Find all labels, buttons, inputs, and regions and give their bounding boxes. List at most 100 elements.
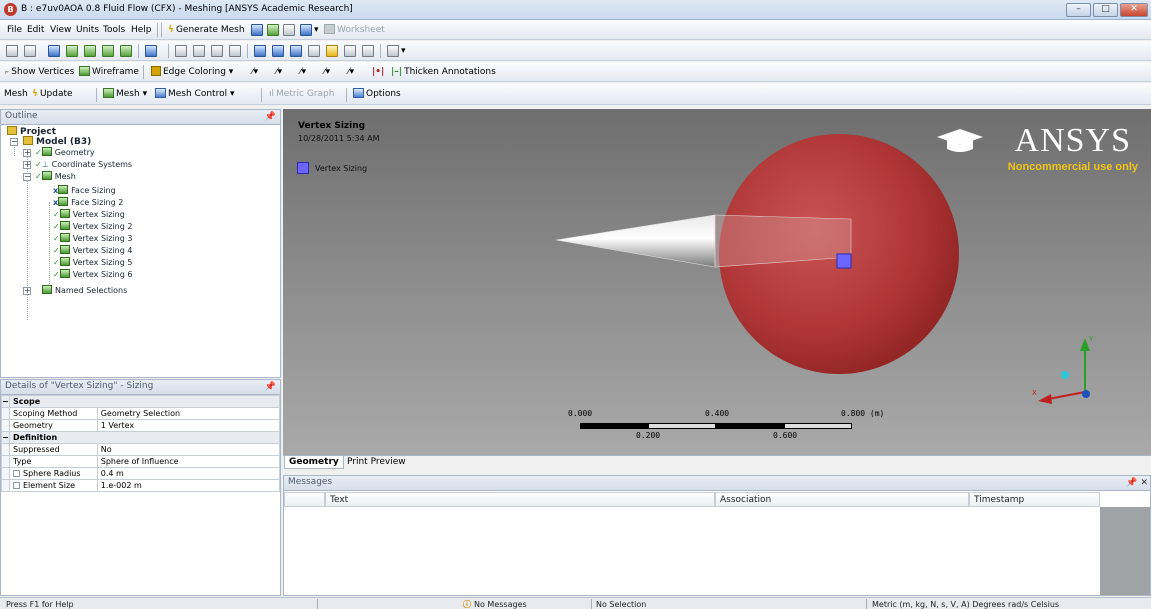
set-view-icon[interactable]	[344, 45, 356, 57]
tab-geometry[interactable]: Geometry	[284, 456, 344, 469]
options-button[interactable]: Options	[353, 87, 401, 101]
column-text[interactable]: Text	[325, 492, 715, 507]
edge-display-4-icon[interactable]: ⁄▾	[324, 65, 330, 79]
pin-close-icons[interactable]: 📌 ✕	[1126, 477, 1148, 490]
details-row[interactable]: Sphere Radius 0.4 m	[1, 467, 281, 480]
tree-item-mesh[interactable]: ✓ Mesh	[35, 171, 76, 182]
parameter-checkbox[interactable]	[12, 470, 20, 477]
details-row[interactable]: Suppressed No	[1, 443, 281, 456]
tree-item-vertex-sizing-5[interactable]: ✓ Vertex Sizing 5	[53, 257, 132, 268]
mesh-dropdown-button[interactable]: Mesh ▾	[103, 87, 147, 101]
details-row[interactable]: Type Sphere of Influence	[1, 455, 281, 468]
thicken-annotations-button[interactable]: |–| Thicken Annotations	[391, 65, 496, 79]
expand-toggle[interactable]: +	[23, 149, 31, 157]
tree-item-vertex-sizing-6[interactable]: ✓ Vertex Sizing 6	[53, 269, 132, 280]
tree-item-vertex-sizing-4[interactable]: ✓ Vertex Sizing 4	[53, 245, 132, 256]
section-scope[interactable]: − Scope	[1, 395, 281, 408]
metric-graph-button[interactable]: ıl Metric Graph	[269, 87, 334, 101]
property-value[interactable]: 1 Vertex	[96, 419, 281, 432]
magnifier-icon[interactable]	[272, 45, 284, 57]
previous-view-icon[interactable]	[290, 45, 302, 57]
pan-icon[interactable]	[193, 45, 205, 57]
minimize-button[interactable]: –	[1066, 3, 1091, 17]
extend-selection-icon[interactable]	[145, 45, 157, 57]
preview-icon[interactable]	[251, 24, 263, 36]
menu-view[interactable]: View	[50, 23, 71, 37]
select-mode-icon[interactable]	[24, 45, 36, 57]
tree-item-named-selections[interactable]: Named Selections	[35, 285, 127, 296]
body-filter-icon[interactable]	[120, 45, 132, 57]
status-messages[interactable]: ⓘ No Messages	[463, 599, 527, 609]
details-row[interactable]: Element Size 1.e-002 m	[1, 479, 281, 492]
menu-tools[interactable]: Tools	[103, 23, 125, 37]
property-value[interactable]: 1.e-002 m	[96, 479, 281, 492]
menu-help[interactable]: Help	[131, 23, 152, 37]
menu-edit[interactable]: Edit	[27, 23, 44, 37]
tree-item-vertex-sizing[interactable]: ✓ Vertex Sizing	[53, 209, 125, 220]
close-button[interactable]: ✕	[1120, 3, 1148, 17]
thin-annotations-icon[interactable]: |•|	[372, 65, 384, 79]
vertex-marker[interactable]	[836, 253, 852, 269]
details-row[interactable]: Scoping Method Geometry Selection	[1, 407, 281, 420]
show-vertices-button[interactable]: ⟔ Show Vertices	[5, 65, 74, 79]
isometric-view-icon[interactable]	[326, 45, 338, 57]
tree-item-face-sizing-2[interactable]: x Face Sizing 2	[53, 197, 123, 208]
property-value[interactable]: No	[96, 443, 281, 456]
collapse-toggle[interactable]: −	[23, 173, 31, 181]
edge-display-5-icon[interactable]: ⁄▾	[348, 65, 354, 79]
status-units[interactable]: Metric (m, kg, N, s, V, A) Degrees rad/s…	[872, 599, 1059, 609]
select-point-icon[interactable]	[6, 45, 18, 57]
menu-units[interactable]: Units	[76, 23, 99, 37]
edge-display-2-icon[interactable]: ⁄▾	[276, 65, 282, 79]
tree-item-vertex-sizing-2[interactable]: ✓ Vertex Sizing 2	[53, 221, 132, 232]
rotate-icon[interactable]	[175, 45, 187, 57]
collapse-toggle[interactable]: −	[10, 138, 18, 146]
mesh-control-button[interactable]: Mesh Control ▾	[155, 87, 234, 101]
update-button[interactable]: ϟ Update	[32, 87, 73, 101]
worksheet-button[interactable]: Worksheet	[324, 23, 385, 37]
property-value[interactable]: 0.4 m	[96, 467, 281, 480]
edge-display-1-icon[interactable]: ⁄▾	[252, 65, 258, 79]
face-filter-icon[interactable]	[102, 45, 114, 57]
show-mesh-icon[interactable]	[267, 24, 279, 36]
property-value[interactable]: Geometry Selection	[96, 407, 281, 420]
generate-mesh-button[interactable]: ϟ Generate Mesh	[168, 23, 245, 37]
viewport-dropdown-arrow[interactable]: ▾	[401, 44, 406, 58]
expand-toggle[interactable]: +	[23, 161, 31, 169]
expand-toggle[interactable]: +	[23, 287, 31, 295]
details-row[interactable]: Geometry 1 Vertex	[1, 419, 281, 432]
box-zoom-icon[interactable]	[229, 45, 241, 57]
edge-coloring-button[interactable]: Edge Coloring ▾	[151, 65, 233, 79]
tree-item-model[interactable]: Model (B3)	[23, 136, 91, 147]
tab-print-preview[interactable]: Print Preview	[343, 456, 410, 469]
image-dropdown-arrow[interactable]: ▾	[314, 23, 319, 37]
select-type-icon[interactable]	[48, 45, 60, 57]
property-value[interactable]: Sphere of Influence	[96, 455, 281, 468]
graphics-viewport[interactable]: Y X Vertex Sizing 10/28/2011 5:34 AM Ver…	[283, 109, 1151, 455]
edge-filter-icon[interactable]	[84, 45, 96, 57]
zoom-to-fit-icon[interactable]	[254, 45, 266, 57]
pin-icon[interactable]: 📌	[265, 381, 276, 394]
tree-item-coordinate-systems[interactable]: ✓⊥ Coordinate Systems	[35, 159, 132, 170]
tree-item-geometry[interactable]: ✓ Geometry	[35, 147, 95, 158]
next-view-icon[interactable]	[308, 45, 320, 57]
section-definition[interactable]: − Definition	[1, 431, 281, 444]
column-association[interactable]: Association	[715, 492, 969, 507]
zoom-icon[interactable]	[211, 45, 223, 57]
viewport-layout-icon[interactable]	[387, 45, 399, 57]
vertex-filter-icon[interactable]	[66, 45, 78, 57]
column-timestamp[interactable]: Timestamp	[969, 492, 1100, 507]
tree-item-vertex-sizing-3[interactable]: ✓ Vertex Sizing 3	[53, 233, 132, 244]
wireframe-button[interactable]: Wireframe	[79, 65, 139, 79]
annotation-icon[interactable]	[283, 24, 295, 36]
pin-icon[interactable]: 📌	[265, 111, 276, 124]
collapse-toggle[interactable]: −	[1, 431, 10, 444]
tree-item-face-sizing[interactable]: x Face Sizing	[53, 185, 116, 196]
menu-file[interactable]: File	[7, 23, 22, 37]
edge-display-3-icon[interactable]: ⁄▾	[300, 65, 306, 79]
parameter-checkbox[interactable]	[12, 482, 20, 489]
collapse-toggle[interactable]: −	[1, 395, 10, 408]
image-icon[interactable]	[300, 24, 312, 36]
restore-view-icon[interactable]	[362, 45, 374, 57]
maximize-button[interactable]: □	[1093, 3, 1118, 17]
